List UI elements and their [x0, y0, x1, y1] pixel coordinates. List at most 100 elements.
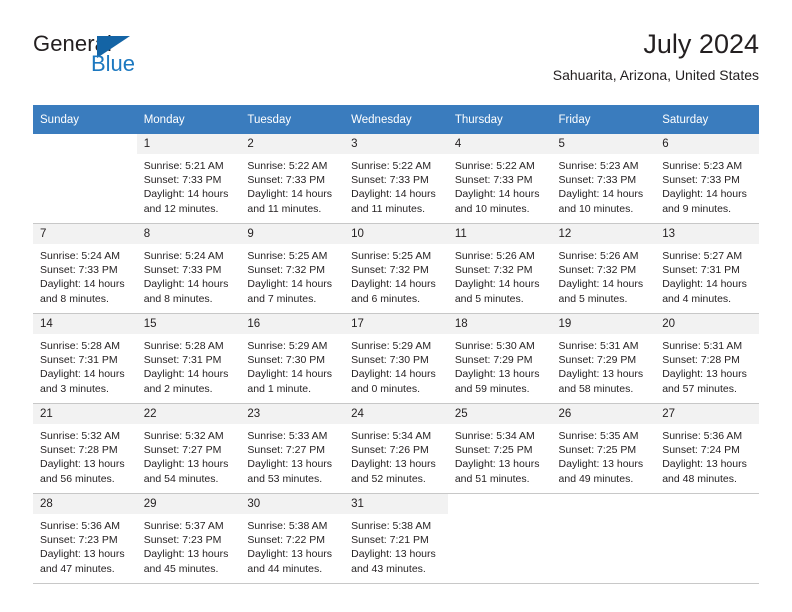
day-details: Sunrise: 5:24 AM Sunset: 7:33 PM Daylight:…: [33, 244, 137, 306]
day-details: Sunrise: 5:36 AM Sunset: 7:24 PM Daylight:…: [655, 424, 759, 486]
sunset-time: Sunset: 7:33 PM: [143, 264, 222, 277]
sunrise-time: Sunrise: 5:29 AM: [351, 340, 432, 352]
calendar-day-cell[interactable]: 6 Sunrise: 5:23 AM Sunset: 7:33 PM Daylight…: [655, 134, 759, 224]
day-details: Sunrise: 5:23 AM Sunset: 7:33 PM Daylight:…: [655, 154, 759, 216]
sunrise-time: Sunrise: 5:26 AM: [558, 250, 639, 262]
calendar-day-cell[interactable]: 2 Sunrise: 5:22 AM Sunset: 7:33 PM Daylight…: [240, 134, 345, 224]
daylight-duration-line1: Daylight: 14 hours: [247, 368, 333, 381]
daylight-duration-line1: Daylight: 14 hours: [247, 278, 333, 291]
daylight-duration-line1: Daylight: 13 hours: [454, 458, 540, 471]
daylight-duration-line2: and 10 minutes.: [558, 202, 634, 215]
sunrise-time: Sunrise: 5:32 AM: [143, 430, 224, 442]
daylight-duration-line2: and 54 minutes.: [143, 472, 219, 485]
calendar-day-cell[interactable]: 25 Sunrise: 5:34 AM Sunset: 7:25 PM Dayligh…: [447, 403, 552, 494]
sunrise-time: Sunrise: 5:38 AM: [247, 520, 328, 532]
sunset-time: Sunset: 7:25 PM: [454, 444, 533, 457]
calendar-day-cell[interactable]: 17 Sunrise: 5:29 AM Sunset: 7:30 PM Dayligh…: [344, 313, 448, 404]
sunset-time: Sunset: 7:32 PM: [351, 264, 429, 277]
sunrise-time: Sunrise: 5:25 AM: [351, 250, 432, 262]
page-header: General Blue July 2024 Sahuarita, Arizon…: [33, 28, 759, 96]
sunrise-time: Sunrise: 5:32 AM: [40, 430, 120, 442]
sunrise-time: Sunrise: 5:22 AM: [247, 160, 328, 172]
sunset-time: Sunset: 7:27 PM: [247, 444, 326, 457]
daylight-duration-line1: Daylight: 14 hours: [351, 278, 436, 291]
calendar-day-cell[interactable]: 10 Sunrise: 5:25 AM Sunset: 7:32 PM Dayligh…: [344, 223, 448, 314]
calendar-week-row: 14 Sunrise: 5:28 AM Sunset: 7:31 PM Dayligh…: [33, 313, 759, 404]
calendar-page: General Blue July 2024 Sahuarita, Arizon…: [0, 0, 792, 612]
calendar-day-cell[interactable]: 19 Sunrise: 5:31 AM Sunset: 7:29 PM Dayligh…: [551, 313, 656, 404]
day-number: 22: [136, 404, 241, 424]
daylight-duration-line1: Daylight: 13 hours: [143, 458, 229, 471]
calendar-day-cell[interactable]: 1 Sunrise: 5:21 AM Sunset: 7:33 PM Daylight…: [136, 134, 241, 224]
weekday-header-sunday: Sunday: [33, 105, 137, 134]
day-number: 14: [33, 314, 137, 334]
day-details: Sunrise: 5:29 AM Sunset: 7:30 PM Daylight:…: [240, 334, 344, 396]
daylight-duration-line1: Daylight: 14 hours: [454, 188, 540, 201]
calendar-day-cell[interactable]: 27 Sunrise: 5:36 AM Sunset: 7:24 PM Dayligh…: [655, 403, 759, 494]
daylight-duration-line1: Daylight: 14 hours: [143, 188, 229, 201]
sunset-time: Sunset: 7:24 PM: [662, 444, 740, 457]
day-details: Sunrise: 5:28 AM Sunset: 7:31 PM Daylight:…: [137, 334, 241, 396]
day-details: Sunrise: 5:33 AM Sunset: 7:27 PM Daylight:…: [240, 424, 344, 486]
calendar-day-cell[interactable]: 26 Sunrise: 5:35 AM Sunset: 7:25 PM Dayligh…: [551, 403, 656, 494]
calendar-day-cell[interactable]: 11 Sunrise: 5:26 AM Sunset: 7:32 PM Dayligh…: [447, 223, 552, 314]
calendar-day-cell[interactable]: 30 Sunrise: 5:38 AM Sunset: 7:22 PM Dayligh…: [240, 493, 345, 584]
calendar-day-cell[interactable]: 13 Sunrise: 5:27 AM Sunset: 7:31 PM Dayligh…: [655, 223, 759, 314]
daylight-duration-line1: Daylight: 14 hours: [558, 188, 644, 201]
calendar-day-cell[interactable]: 31 Sunrise: 5:38 AM Sunset: 7:21 PM Dayligh…: [344, 493, 448, 584]
calendar-day-cell[interactable]: 23 Sunrise: 5:33 AM Sunset: 7:27 PM Dayligh…: [240, 403, 345, 494]
calendar-day-cell[interactable]: 8 Sunrise: 5:24 AM Sunset: 7:33 PM Daylight…: [136, 223, 241, 314]
calendar-day-cell[interactable]: 14 Sunrise: 5:28 AM Sunset: 7:31 PM Dayligh…: [33, 313, 137, 404]
day-details: Sunrise: 5:22 AM Sunset: 7:33 PM Daylight:…: [240, 154, 344, 216]
daylight-duration-line1: Daylight: 13 hours: [558, 368, 644, 381]
sunset-time: Sunset: 7:33 PM: [351, 174, 429, 187]
calendar-day-cell[interactable]: 21 Sunrise: 5:32 AM Sunset: 7:28 PM Dayligh…: [33, 403, 137, 494]
calendar-day-cell[interactable]: 9 Sunrise: 5:25 AM Sunset: 7:32 PM Daylight…: [240, 223, 345, 314]
day-number: [447, 494, 552, 514]
calendar-week-row: 21 Sunrise: 5:32 AM Sunset: 7:28 PM Dayligh…: [33, 403, 759, 494]
daylight-duration-line1: Daylight: 14 hours: [351, 368, 436, 381]
day-details: Sunrise: 5:37 AM Sunset: 7:23 PM Daylight:…: [137, 514, 241, 576]
sunset-time: Sunset: 7:33 PM: [247, 174, 326, 187]
calendar-day-cell[interactable]: 20 Sunrise: 5:31 AM Sunset: 7:28 PM Dayligh…: [655, 313, 759, 404]
calendar-day-cell[interactable]: 18 Sunrise: 5:30 AM Sunset: 7:29 PM Dayligh…: [447, 313, 552, 404]
sunset-time: Sunset: 7:33 PM: [454, 174, 533, 187]
calendar-day-cell[interactable]: 24 Sunrise: 5:34 AM Sunset: 7:26 PM Dayligh…: [344, 403, 448, 494]
calendar-day-cell[interactable]: 3 Sunrise: 5:22 AM Sunset: 7:33 PM Daylight…: [344, 134, 448, 224]
calendar-day-cell[interactable]: 5 Sunrise: 5:23 AM Sunset: 7:33 PM Daylight…: [551, 134, 656, 224]
calendar-day-cell[interactable]: 15 Sunrise: 5:28 AM Sunset: 7:31 PM Dayligh…: [136, 313, 241, 404]
sunrise-time: Sunrise: 5:33 AM: [247, 430, 328, 442]
day-details: Sunrise: 5:32 AM Sunset: 7:28 PM Daylight:…: [33, 424, 137, 486]
title-block: July 2024 Sahuarita, Arizona, United Sta…: [553, 28, 759, 84]
calendar-day-cell[interactable]: 22 Sunrise: 5:32 AM Sunset: 7:27 PM Dayligh…: [136, 403, 241, 494]
sunset-time: Sunset: 7:30 PM: [247, 354, 326, 367]
calendar-day-cell[interactable]: 7 Sunrise: 5:24 AM Sunset: 7:33 PM Daylight…: [33, 223, 137, 314]
sunset-time: Sunset: 7:30 PM: [351, 354, 429, 367]
day-details: Sunrise: 5:36 AM Sunset: 7:23 PM Daylight:…: [33, 514, 137, 576]
daylight-duration-line2: and 9 minutes.: [662, 202, 732, 215]
sunset-time: Sunset: 7:25 PM: [558, 444, 637, 457]
sunset-time: Sunset: 7:32 PM: [454, 264, 533, 277]
day-details: Sunrise: 5:38 AM Sunset: 7:22 PM Daylight:…: [240, 514, 344, 576]
calendar-week-row: 7 Sunrise: 5:24 AM Sunset: 7:33 PM Daylight…: [33, 223, 759, 314]
sunrise-time: Sunrise: 5:37 AM: [143, 520, 224, 532]
daylight-duration-line2: and 53 minutes.: [247, 472, 323, 485]
calendar-day-cell[interactable]: 4 Sunrise: 5:22 AM Sunset: 7:33 PM Daylight…: [447, 134, 552, 224]
day-number: 20: [655, 314, 759, 334]
sunrise-time: Sunrise: 5:25 AM: [247, 250, 328, 262]
calendar-day-cell[interactable]: 16 Sunrise: 5:29 AM Sunset: 7:30 PM Dayligh…: [240, 313, 345, 404]
daylight-duration-line1: Daylight: 13 hours: [662, 368, 747, 381]
sunset-time: Sunset: 7:29 PM: [454, 354, 533, 367]
sunrise-time: Sunrise: 5:36 AM: [662, 430, 743, 442]
sunset-time: Sunset: 7:33 PM: [558, 174, 637, 187]
day-number: 4: [447, 134, 552, 154]
day-number: 9: [240, 224, 345, 244]
calendar-day-cell[interactable]: 29 Sunrise: 5:37 AM Sunset: 7:23 PM Dayligh…: [136, 493, 241, 584]
sunrise-time: Sunrise: 5:31 AM: [662, 340, 743, 352]
sunrise-time: Sunrise: 5:29 AM: [247, 340, 328, 352]
day-number: 8: [136, 224, 241, 244]
weekday-header-thursday: Thursday: [447, 105, 552, 134]
calendar-day-cell[interactable]: 12 Sunrise: 5:26 AM Sunset: 7:32 PM Dayligh…: [551, 223, 656, 314]
calendar-day-cell[interactable]: 28 Sunrise: 5:36 AM Sunset: 7:23 PM Dayligh…: [33, 493, 137, 584]
calendar-day-cell-empty: [33, 134, 137, 224]
